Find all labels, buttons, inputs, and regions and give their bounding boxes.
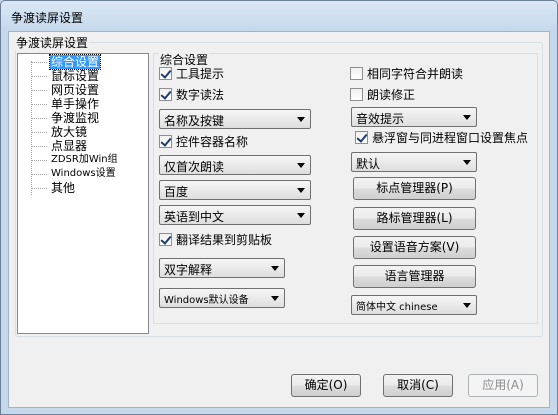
copy-translation-checkbox[interactable]: 翻译结果到剪贴板 xyxy=(159,232,272,248)
tree-item-label: 点显器 xyxy=(51,139,88,153)
same-char-merge-checkbox[interactable]: 相同字符合并朗读 xyxy=(350,66,463,82)
combo-value: 名称及按键 xyxy=(164,114,225,128)
digit-reading-checkbox[interactable]: 数字读法 xyxy=(159,87,224,103)
general-settings-panel: 综合设置 工具提示 相同字符合并朗读 数字读法 朗读修正 名称及按键 音效提示 … xyxy=(153,51,538,324)
float-focus-checkbox[interactable]: 悬浮窗与同进程窗口设置焦点 xyxy=(355,130,528,146)
chevron-down-icon xyxy=(271,266,279,271)
tree-branch xyxy=(31,146,47,147)
chevron-down-icon xyxy=(463,303,471,308)
tree-item-label: Windows设置 xyxy=(51,168,116,179)
checkbox-label: 悬浮窗与同进程窗口设置焦点 xyxy=(372,131,529,145)
combo-value: 双字解释 xyxy=(164,263,213,277)
translation-direction-combo[interactable]: 英语到中文 xyxy=(159,205,311,225)
chevron-down-icon xyxy=(297,117,305,122)
checkbox-label: 数字读法 xyxy=(176,88,225,102)
combo-value: 英语到中文 xyxy=(164,210,225,224)
checkbox-box xyxy=(159,67,172,80)
checkbox-label: 翻译结果到剪贴板 xyxy=(176,233,273,247)
tree-item-label: 网页设置 xyxy=(51,83,100,97)
cancel-button[interactable]: 取消(C) xyxy=(383,374,453,397)
tree-item-label: 综合设置 xyxy=(48,54,102,70)
ok-button[interactable]: 确定(O) xyxy=(291,374,361,397)
checkbox-box xyxy=(159,233,172,246)
checkbox-label: 相同字符合并朗读 xyxy=(367,67,464,81)
window-title: 争渡读屏设置 xyxy=(11,11,84,25)
combo-value: 百度 xyxy=(164,185,189,199)
checkbox-box xyxy=(159,135,172,148)
checkbox-label: 控件容器名称 xyxy=(176,135,249,149)
tree-branch xyxy=(31,76,47,77)
settings-window: 争渡读屏设置 争渡读屏设置 综合设置 鼠标设置 网页设置 单手操作 争渡监视 放… xyxy=(0,0,558,415)
title-bar[interactable]: 争渡读屏设置 xyxy=(1,1,557,31)
combo-value: Windows默认设备 xyxy=(164,295,249,306)
default-combo[interactable]: 默认 xyxy=(351,152,477,172)
sound-hint-combo[interactable]: 音效提示 xyxy=(351,107,477,127)
control-container-checkbox[interactable]: 控件容器名称 xyxy=(159,134,248,150)
group-title: 争渡读屏设置 xyxy=(15,34,90,50)
tree-item-label: 单手操作 xyxy=(51,97,100,111)
first-read-combo[interactable]: 仅首次朗读 xyxy=(159,155,311,175)
language-manager-button[interactable]: 语言管理器 xyxy=(353,265,476,288)
checkbox-label: 朗读修正 xyxy=(367,88,416,102)
translation-engine-combo[interactable]: 百度 xyxy=(159,180,311,200)
tree-item-label: 放大镜 xyxy=(51,125,88,139)
audio-device-combo[interactable]: Windows默认设备 xyxy=(159,288,285,308)
chevron-down-icon xyxy=(271,296,279,301)
route-manager-button[interactable]: 路标管理器(L) xyxy=(353,207,476,230)
tree-branch xyxy=(31,104,47,105)
checkbox-label: 工具提示 xyxy=(176,67,225,81)
read-fix-checkbox[interactable]: 朗读修正 xyxy=(350,87,415,103)
double-char-combo[interactable]: 双字解释 xyxy=(159,258,285,278)
tree-branch xyxy=(31,62,47,63)
chevron-down-icon xyxy=(463,115,471,120)
tree-item-label: 鼠标设置 xyxy=(51,69,100,83)
tree-branch xyxy=(31,160,47,161)
tree-branch xyxy=(31,118,47,119)
tree-branch xyxy=(31,90,47,91)
combo-value: 仅首次朗读 xyxy=(164,160,225,174)
dialog-client: 争渡读屏设置 综合设置 鼠标设置 网页设置 单手操作 争渡监视 放大镜 点显器 … xyxy=(8,31,550,408)
language-combo[interactable]: 简体中文 chinese xyxy=(351,295,477,315)
checkbox-box xyxy=(350,67,363,80)
combo-value: 简体中文 chinese xyxy=(356,302,438,313)
tree-item-label: 其他 xyxy=(51,181,76,195)
checkbox-box xyxy=(355,131,368,144)
tree-branch xyxy=(31,188,47,189)
apply-button[interactable]: 应用(A) xyxy=(468,374,538,397)
tooltip-checkbox[interactable]: 工具提示 xyxy=(159,66,224,82)
checkbox-box xyxy=(159,88,172,101)
chevron-down-icon xyxy=(297,188,305,193)
chevron-down-icon xyxy=(297,163,305,168)
bookmark-manager-button[interactable]: 标点管理器(P) xyxy=(353,177,476,200)
category-tree[interactable]: 综合设置 鼠标设置 网页设置 单手操作 争渡监视 放大镜 点显器 ZDSR加Wi… xyxy=(17,53,149,334)
combo-value: 默认 xyxy=(356,157,381,171)
tree-item-label: 争渡监视 xyxy=(51,111,100,125)
name-hotkey-combo[interactable]: 名称及按键 xyxy=(159,109,311,129)
combo-value: 音效提示 xyxy=(356,112,405,126)
voice-scheme-button[interactable]: 设置语音方案(V) xyxy=(353,236,476,259)
tree-branch xyxy=(31,132,47,133)
checkbox-box xyxy=(350,88,363,101)
chevron-down-icon xyxy=(297,213,305,218)
chevron-down-icon xyxy=(463,160,471,165)
tree-branch xyxy=(31,174,47,175)
tree-item-label: ZDSR加Win组 xyxy=(51,154,118,165)
